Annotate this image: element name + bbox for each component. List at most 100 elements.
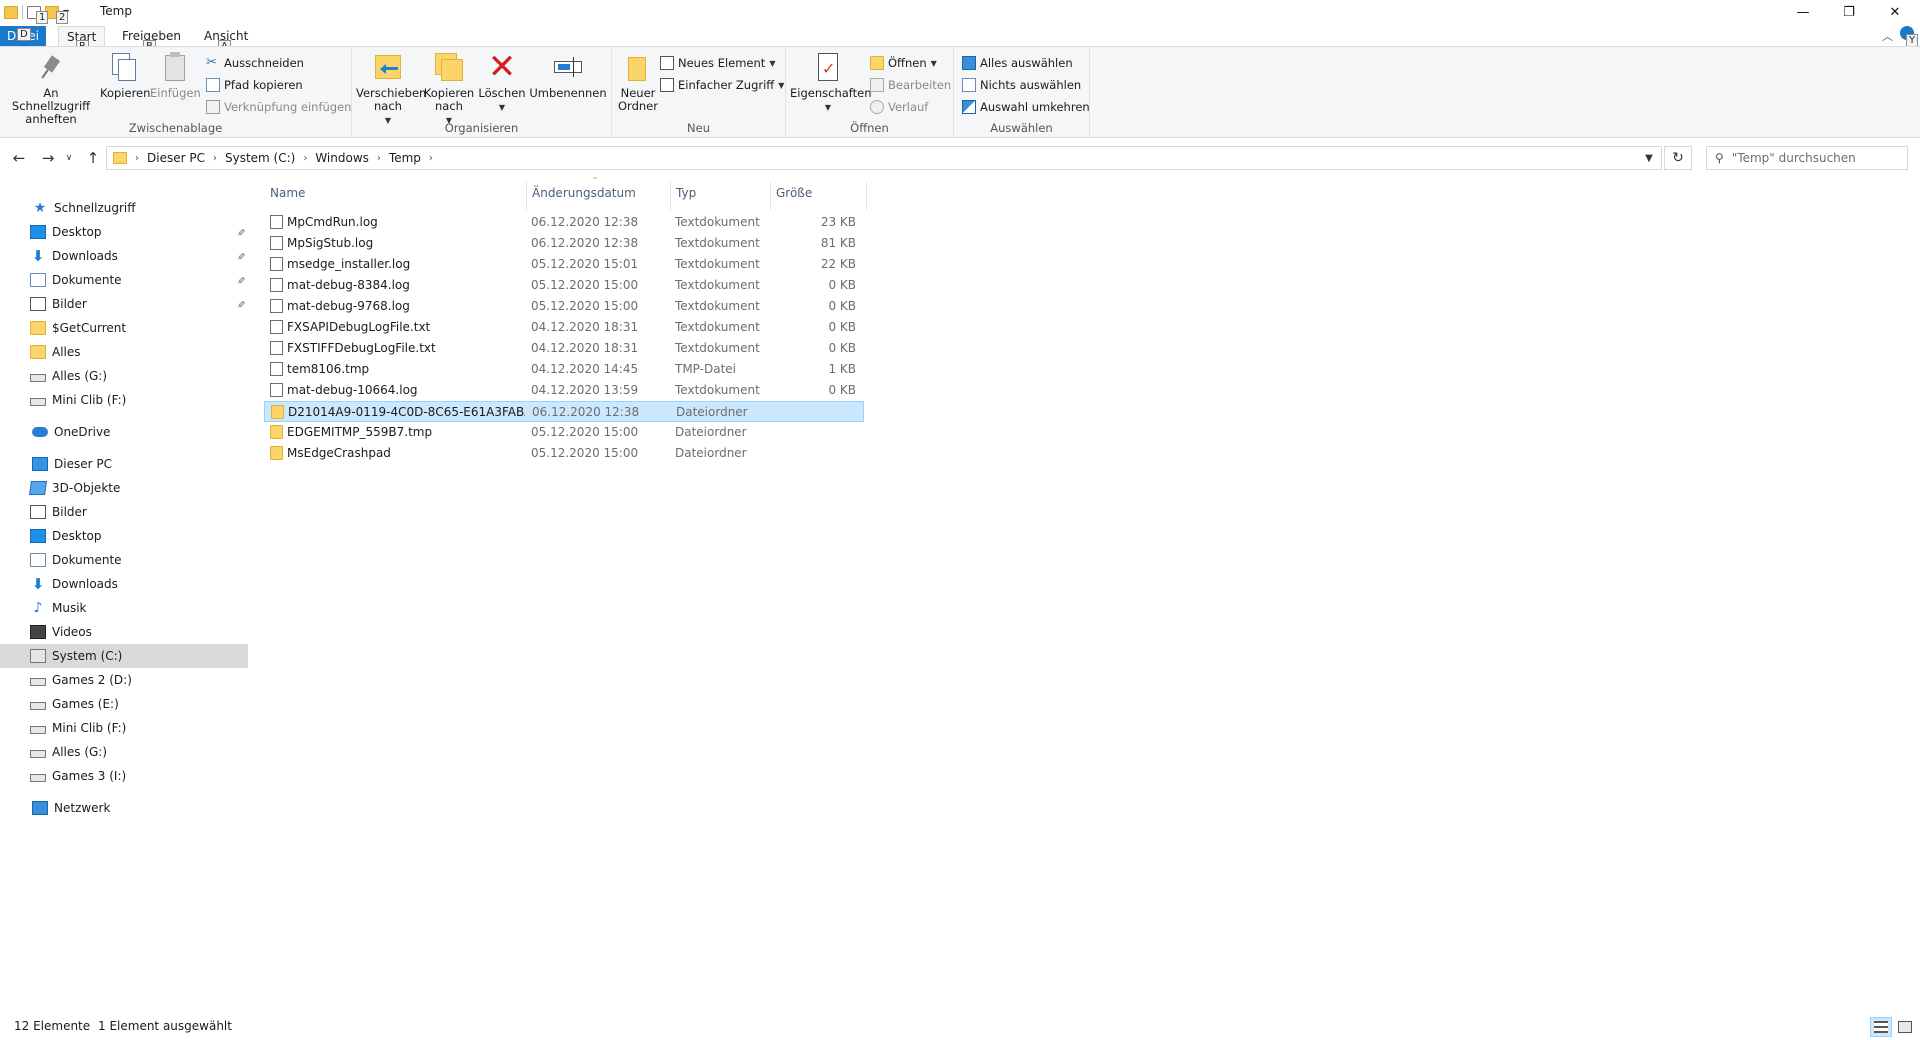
nav-item[interactable]: Mini Clib (F:)	[0, 388, 248, 412]
breadcrumb-this-pc[interactable]: Dieser PC	[147, 151, 205, 165]
up-button[interactable]: ↑	[82, 148, 104, 168]
forward-button[interactable]: →	[37, 148, 59, 168]
search-input[interactable]	[1731, 151, 1902, 165]
history-button[interactable]: Verlauf	[870, 97, 928, 117]
breadcrumb-system-c[interactable]: System (C:)	[225, 151, 295, 165]
nav-item[interactable]: Desktop ✎	[0, 220, 248, 244]
nav-item[interactable]: ⬇ Downloads	[0, 572, 248, 596]
column-header-date[interactable]: Änderungsdatum	[526, 176, 670, 210]
file-row[interactable]: mat-debug-10664.log 04.12.2020 13:59 Textd…	[264, 380, 864, 401]
cut-button[interactable]: ✂ Ausschneiden	[206, 53, 304, 73]
chevron-right-icon[interactable]: ›	[429, 153, 433, 164]
close-button[interactable]: ✕	[1872, 0, 1918, 24]
details-view-button[interactable]	[1870, 1017, 1892, 1037]
address-dropdown-button[interactable]: ▼	[1636, 146, 1662, 170]
file-row[interactable]: MpCmdRun.log 06.12.2020 12:38 Textdokument…	[264, 212, 864, 233]
move-to-button[interactable]: Verschieben nach ▼	[356, 51, 426, 127]
edit-button[interactable]: Bearbeiten	[870, 75, 951, 95]
nav-onedrive[interactable]: OneDrive	[0, 420, 248, 444]
file-row[interactable]: mat-debug-8384.log 05.12.2020 15:00 Textdo…	[264, 275, 864, 296]
nav-item[interactable]: Mini Clib (F:)	[0, 716, 248, 740]
breadcrumb-windows[interactable]: Windows	[315, 151, 369, 165]
select-all-button[interactable]: Alles auswählen	[962, 53, 1073, 73]
nav-item[interactable]: Dokumente ✎	[0, 268, 248, 292]
new-item-button[interactable]: Neues Element ▼	[660, 53, 775, 73]
nav-item[interactable]: 3D-Objekte	[0, 476, 248, 500]
copy-path-button[interactable]: Pfad kopieren	[206, 75, 303, 95]
paste-button[interactable]: Einfügen	[150, 51, 201, 100]
file-type: Textdokument	[675, 278, 760, 292]
keytip-file: D	[17, 28, 31, 41]
copy-to-button[interactable]: Kopieren nach ▼	[422, 51, 476, 127]
paste-shortcut-button[interactable]: Verknüpfung einfügen	[206, 97, 351, 117]
rename-button[interactable]: Umbenennen	[528, 51, 608, 100]
text-file-icon	[270, 215, 283, 229]
file-row[interactable]: MpSigStub.log 06.12.2020 12:38 Textdokumen…	[264, 233, 864, 254]
nav-item[interactable]: ♪ Musik	[0, 596, 248, 620]
nav-item[interactable]: Games (E:)	[0, 692, 248, 716]
nav-item[interactable]: Bilder ✎	[0, 292, 248, 316]
nav-item[interactable]: Alles (G:)	[0, 364, 248, 388]
breadcrumb-temp[interactable]: Temp	[389, 151, 421, 165]
nav-item-label: Mini Clib (F:)	[52, 393, 127, 407]
nav-this-pc[interactable]: Dieser PC	[0, 452, 248, 476]
back-button[interactable]: ←	[8, 148, 30, 168]
open-button[interactable]: Öffnen ▼	[870, 53, 937, 73]
file-row[interactable]: D21014A9-0119-4C0D-8C65-E61A3FABA7... 06.…	[264, 401, 864, 422]
file-name: MpCmdRun.log	[287, 215, 378, 229]
properties-button[interactable]: ✓ Eigenschaften ▼	[790, 51, 872, 114]
chevron-right-icon[interactable]: ›	[303, 153, 307, 164]
nav-item[interactable]: Games 2 (D:)	[0, 668, 248, 692]
file-name-cell: FXSTIFFDebugLogFile.txt	[270, 341, 524, 355]
file-type: Textdokument	[675, 341, 760, 355]
file-row[interactable]: MsEdgeCrashpad 05.12.2020 15:00 Dateiordne…	[264, 443, 864, 464]
delete-button[interactable]: ✕ Löschen ▼	[478, 50, 526, 114]
file-row[interactable]: FXSAPIDebugLogFile.txt 04.12.2020 18:31 Te…	[264, 317, 864, 338]
file-row[interactable]: tem8106.tmp 04.12.2020 14:45 TMP-Datei 1 KB	[264, 359, 864, 380]
nav-item[interactable]: $GetCurrent	[0, 316, 248, 340]
chevron-right-icon[interactable]: ›	[135, 153, 139, 164]
file-type: Textdokument	[675, 236, 760, 250]
file-date: 06.12.2020 12:38	[531, 236, 639, 250]
navigation-bar: ← → ∨ ↑ › Dieser PC › System (C:) › Wind…	[0, 140, 1920, 176]
folder-icon	[270, 425, 283, 439]
file-name-cell: tem8106.tmp	[270, 362, 524, 376]
search-box[interactable]: ⚲	[1706, 146, 1908, 170]
nav-item[interactable]: ⬇ Downloads ✎	[0, 244, 248, 268]
pin-quick-access-button[interactable]: An Schnellzugriff anheften	[4, 51, 98, 126]
nav-item[interactable]: Games 3 (I:)	[0, 764, 248, 788]
chevron-right-icon[interactable]: ›	[213, 153, 217, 164]
nav-item[interactable]: System (C:)	[0, 644, 248, 668]
file-row[interactable]: FXSTIFFDebugLogFile.txt 04.12.2020 18:31 T…	[264, 338, 864, 359]
nav-item[interactable]: Desktop	[0, 524, 248, 548]
nav-item[interactable]: Alles	[0, 340, 248, 364]
column-header-type[interactable]: Typ	[670, 176, 770, 210]
select-none-button[interactable]: Nichts auswählen	[962, 75, 1081, 95]
easy-access-button[interactable]: Einfacher Zugriff ▼	[660, 75, 784, 95]
nav-item[interactable]: Alles (G:)	[0, 740, 248, 764]
file-row[interactable]: mat-debug-9768.log 05.12.2020 15:00 Textdo…	[264, 296, 864, 317]
new-folder-button[interactable]: Neuer Ordner	[614, 51, 662, 113]
status-bar: 12 Elemente 1 Element ausgewählt	[0, 1012, 1920, 1040]
column-header-size[interactable]: Größe	[770, 176, 850, 210]
nav-item[interactable]: Videos	[0, 620, 248, 644]
recent-locations-button[interactable]: ∨	[62, 148, 76, 168]
invert-selection-button[interactable]: Auswahl umkehren	[962, 97, 1090, 117]
nav-item[interactable]: Bilder	[0, 500, 248, 524]
nav-item[interactable]: Dokumente	[0, 548, 248, 572]
restore-button[interactable]: ❐	[1826, 0, 1872, 24]
chevron-right-icon[interactable]: ›	[377, 153, 381, 164]
column-divider[interactable]	[866, 182, 867, 210]
minimize-button[interactable]: —	[1780, 0, 1826, 24]
address-bar[interactable]: › Dieser PC › System (C:) › Windows › Te…	[106, 146, 1662, 170]
desktop-icon	[30, 529, 46, 543]
file-row[interactable]: EDGEMITMP_559B7.tmp 05.12.2020 15:00 Datei…	[264, 422, 864, 443]
file-row[interactable]: msedge_installer.log 05.12.2020 15:01 Text…	[264, 254, 864, 275]
nav-network[interactable]: Netzwerk	[0, 796, 248, 820]
nav-quick-access[interactable]: ★ Schnellzugriff	[0, 196, 248, 220]
ribbon-collapse-icon[interactable]: ︿	[1882, 28, 1893, 44]
copy-button[interactable]: Kopieren	[100, 51, 150, 100]
large-icons-view-button[interactable]	[1894, 1017, 1916, 1037]
column-header-name[interactable]: Name	[264, 176, 526, 210]
refresh-button[interactable]: ↻	[1664, 146, 1692, 170]
